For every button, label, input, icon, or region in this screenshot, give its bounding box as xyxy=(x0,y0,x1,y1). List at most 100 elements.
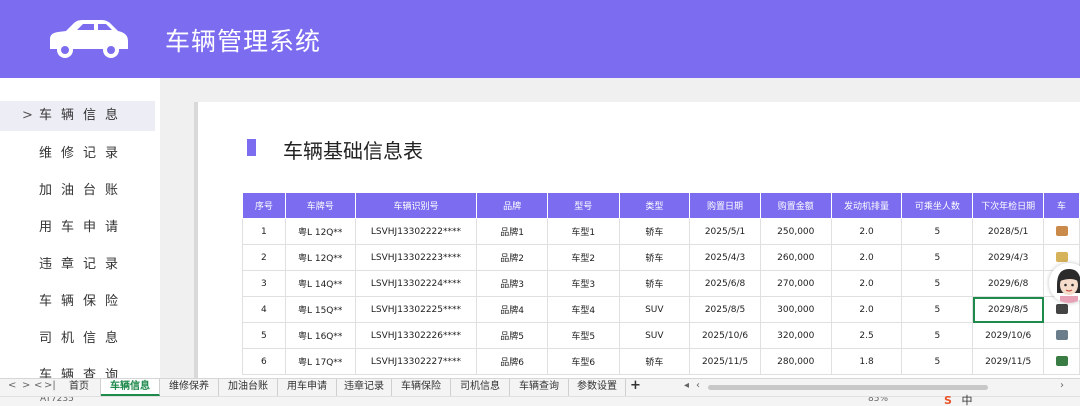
table-cell[interactable]: 2 xyxy=(242,244,286,271)
table-cell[interactable]: 300,000 xyxy=(759,296,832,323)
column-header[interactable]: 下次年检日期 xyxy=(972,192,1045,219)
sidebar-item-fuel-ledger[interactable]: 加油台账 xyxy=(0,176,155,206)
table-cell[interactable]: 车型1 xyxy=(546,218,620,245)
table-cell[interactable]: 粤L 12Q** xyxy=(284,244,356,271)
table-cell[interactable]: 2.5 xyxy=(830,322,903,349)
table-cell[interactable]: 270,000 xyxy=(759,270,832,297)
table-cell[interactable]: 5 xyxy=(901,296,974,323)
column-header[interactable]: 品牌 xyxy=(476,192,548,219)
table-cell[interactable]: 6 xyxy=(242,348,286,375)
table-cell[interactable]: 品牌3 xyxy=(476,270,548,297)
table-cell[interactable]: 2029/4/3 xyxy=(972,244,1045,271)
column-header[interactable]: 购置日期 xyxy=(689,192,761,219)
sidebar-item-vehicle-info[interactable]: > 车辆信息 xyxy=(0,101,155,131)
vehicle-photo-cell[interactable] xyxy=(1043,348,1080,375)
vehicle-photo-cell[interactable] xyxy=(1043,322,1080,349)
sheet-tab[interactable]: 用车申请 xyxy=(278,379,337,396)
table-cell[interactable]: 5 xyxy=(901,218,974,245)
table-cell[interactable]: 4 xyxy=(242,296,286,323)
table-cell[interactable]: 品牌2 xyxy=(476,244,548,271)
horizontal-scrollbar[interactable] xyxy=(708,385,988,390)
table-cell[interactable]: 品牌1 xyxy=(476,218,548,245)
table-cell[interactable]: 2028/5/1 xyxy=(972,218,1045,245)
scroll-left-icon[interactable]: ◂ xyxy=(684,380,689,391)
vehicle-photo-cell[interactable] xyxy=(1043,218,1080,245)
table-cell[interactable]: 2025/10/6 xyxy=(689,322,761,349)
table-cell[interactable]: 5 xyxy=(901,244,974,271)
sheet-tab[interactable]: 车辆信息 xyxy=(101,379,160,396)
table-cell[interactable]: 5 xyxy=(901,322,974,349)
sidebar-item-drivers[interactable]: 司机信息 xyxy=(0,324,155,354)
sheet-tab[interactable]: 加油台账 xyxy=(219,379,278,396)
table-cell[interactable]: 2025/5/1 xyxy=(689,218,761,245)
table-cell[interactable]: 粤L 16Q** xyxy=(284,322,356,349)
table-cell[interactable]: 2.0 xyxy=(830,296,903,323)
table-cell[interactable]: 粤L 14Q** xyxy=(284,270,356,297)
table-cell[interactable]: LSVHJ13302224**** xyxy=(354,270,478,297)
sheet-tab[interactable]: 车辆查询 xyxy=(510,379,569,396)
column-header[interactable]: 型号 xyxy=(546,192,620,219)
column-header[interactable]: 车辆识别号 xyxy=(354,192,478,219)
table-cell[interactable]: 1 xyxy=(242,218,286,245)
table-cell[interactable]: LSVHJ13302223**** xyxy=(354,244,478,271)
table-cell[interactable]: SUV xyxy=(618,322,691,349)
column-header[interactable]: 车 xyxy=(1043,192,1080,219)
scroll-right-arrow-icon[interactable]: › xyxy=(1060,380,1064,391)
table-cell[interactable]: 粤L 15Q** xyxy=(284,296,356,323)
table-cell[interactable]: 车型6 xyxy=(546,348,620,375)
table-cell[interactable]: 3 xyxy=(242,270,286,297)
table-cell[interactable]: 品牌6 xyxy=(476,348,548,375)
column-header[interactable]: 可乘坐人数 xyxy=(901,192,974,219)
add-sheet-button[interactable]: + xyxy=(630,378,641,393)
column-header[interactable]: 车牌号 xyxy=(284,192,356,219)
next-sheet-button[interactable]: > xyxy=(22,380,30,391)
table-cell[interactable]: 2029/6/8 xyxy=(972,270,1045,297)
table-cell[interactable]: 粤L 12Q** xyxy=(284,218,356,245)
scroll-left-arrow-icon[interactable]: ‹ xyxy=(696,380,700,391)
first-sheet-button[interactable]: < xyxy=(8,380,16,391)
table-cell[interactable]: 2025/4/3 xyxy=(689,244,761,271)
table-cell[interactable]: SUV xyxy=(618,296,691,323)
table-cell[interactable]: 轿车 xyxy=(618,270,691,297)
sheet-tab[interactable]: 车辆保险 xyxy=(392,379,451,396)
table-cell[interactable]: LSVHJ13302226**** xyxy=(354,322,478,349)
sidebar-item-insurance[interactable]: 车辆保险 xyxy=(0,287,155,317)
table-cell[interactable]: 轿车 xyxy=(618,244,691,271)
sheet-tab[interactable]: 维修保养 xyxy=(160,379,219,396)
table-cell[interactable]: 粤L 17Q** xyxy=(284,348,356,375)
last-sheet-button[interactable]: >| xyxy=(44,380,56,391)
column-header[interactable]: 序号 xyxy=(242,192,286,219)
table-cell[interactable]: 1.8 xyxy=(830,348,903,375)
table-cell[interactable]: 车型4 xyxy=(546,296,620,323)
table-cell[interactable]: 2029/11/5 xyxy=(972,348,1045,375)
sheet-tab[interactable]: 司机信息 xyxy=(451,379,510,396)
table-cell[interactable]: 2029/8/5 xyxy=(972,296,1045,323)
sidebar-item-violations[interactable]: 违章记录 xyxy=(0,250,155,280)
sidebar-item-vehicle-request[interactable]: 用车申请 xyxy=(0,213,155,243)
ime-icon[interactable]: S xyxy=(944,394,952,406)
table-cell[interactable]: 250,000 xyxy=(759,218,832,245)
table-cell[interactable]: 车型3 xyxy=(546,270,620,297)
sidebar-item-repair-records[interactable]: 维修记录 xyxy=(0,139,155,169)
table-cell[interactable]: 2029/10/6 xyxy=(972,322,1045,349)
table-cell[interactable]: 车型2 xyxy=(546,244,620,271)
table-cell[interactable]: 260,000 xyxy=(759,244,832,271)
table-cell[interactable]: LSVHJ13302225**** xyxy=(354,296,478,323)
table-cell[interactable]: 品牌5 xyxy=(476,322,548,349)
table-cell[interactable]: 品牌4 xyxy=(476,296,548,323)
zoom-level[interactable]: 85% xyxy=(868,397,888,404)
table-cell[interactable]: 5 xyxy=(901,270,974,297)
table-cell[interactable]: 2.0 xyxy=(830,218,903,245)
table-cell[interactable]: 5 xyxy=(242,322,286,349)
sheet-tab[interactable]: 违章记录 xyxy=(337,379,392,396)
prev-sheet-button[interactable]: < xyxy=(34,380,42,391)
table-cell[interactable]: LSVHJ13302227**** xyxy=(354,348,478,375)
table-cell[interactable]: 5 xyxy=(901,348,974,375)
column-header[interactable]: 购置金额 xyxy=(759,192,832,219)
column-header[interactable]: 发动机排量 xyxy=(830,192,903,219)
table-cell[interactable]: 320,000 xyxy=(759,322,832,349)
ime-language[interactable]: 中 xyxy=(961,394,972,406)
table-cell[interactable]: 280,000 xyxy=(759,348,832,375)
table-cell[interactable]: LSVHJ13302222**** xyxy=(354,218,478,245)
table-cell[interactable]: 2025/11/5 xyxy=(689,348,761,375)
